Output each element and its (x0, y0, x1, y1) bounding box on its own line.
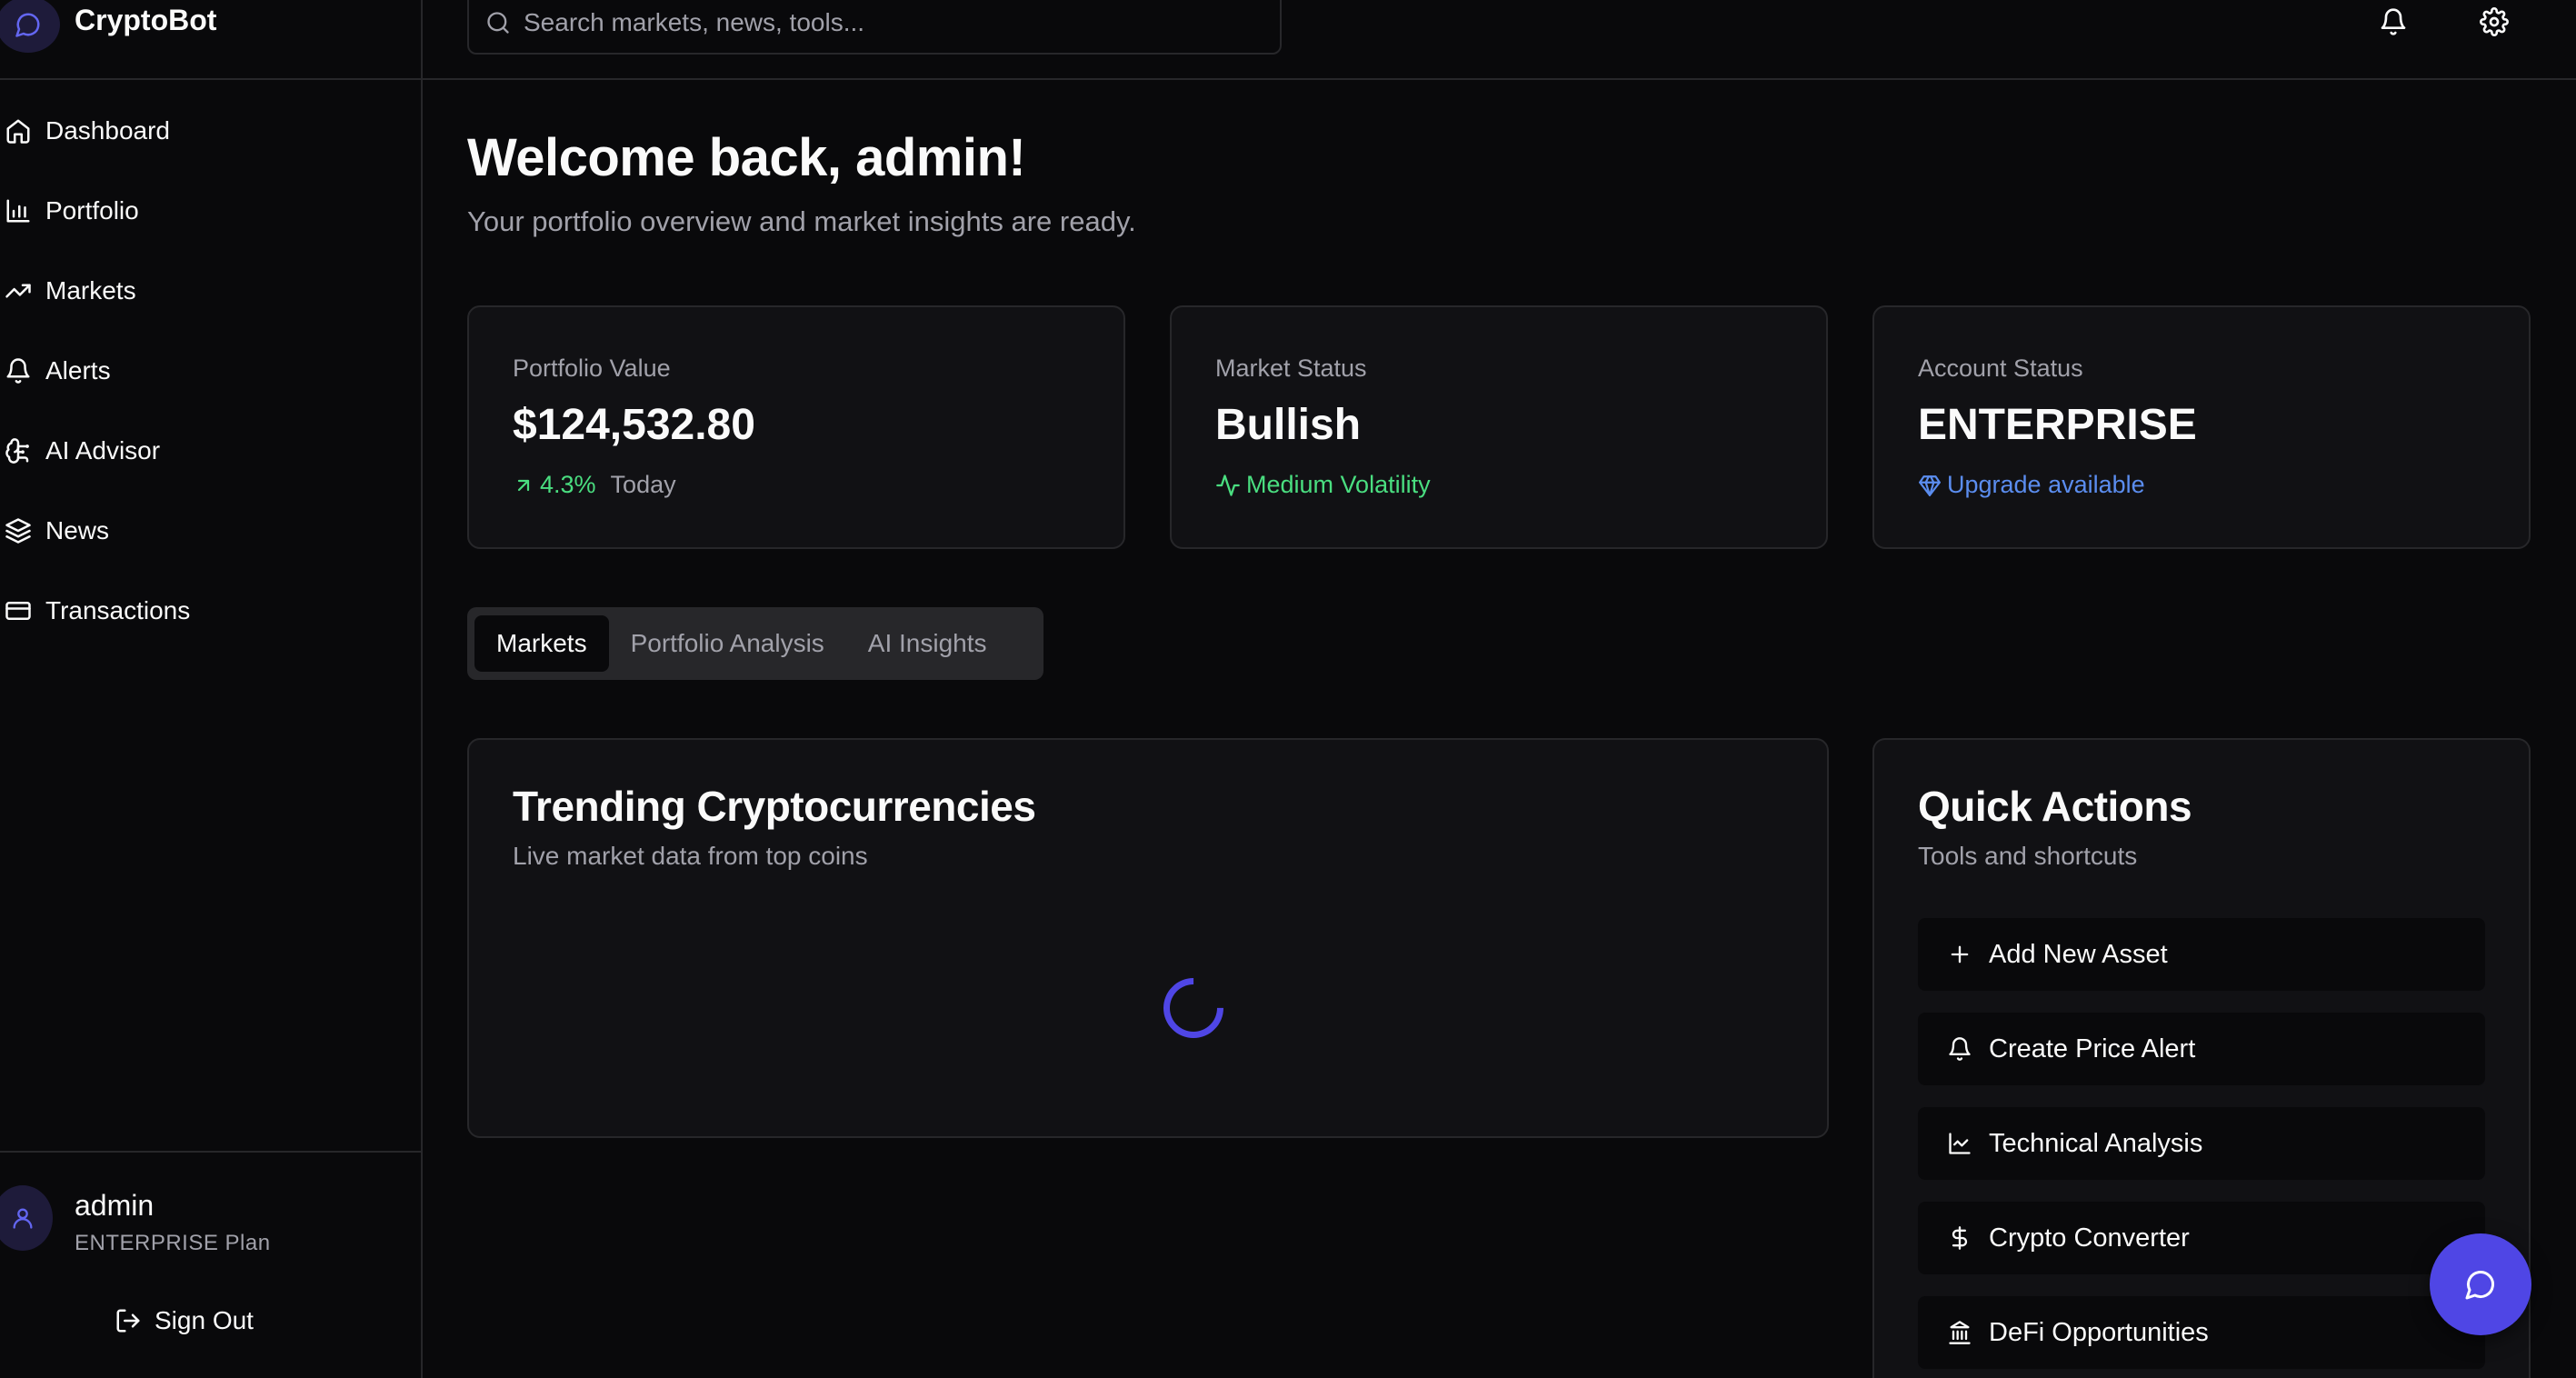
sidebar-item-label: AI Advisor (45, 436, 161, 464)
tab-markets[interactable]: Markets (474, 615, 609, 672)
page-subtitle: Your portfolio overview and market insig… (467, 205, 1136, 237)
sidebar-item-dashboard[interactable]: Dashboard (0, 91, 421, 171)
market-status-value: Bullish (1215, 401, 1362, 449)
sidebar-item-label: Markets (45, 276, 136, 305)
message-circle-icon (2464, 1268, 2497, 1301)
sidebar-item-news[interactable]: News (0, 491, 421, 571)
sidebar-item-portfolio[interactable]: Portfolio (0, 171, 421, 251)
main-content: Welcome back, admin! Your portfolio over… (423, 82, 2576, 1378)
log-out-icon (115, 1307, 142, 1334)
message-circle-icon (0, 0, 60, 53)
user-icon (13, 1208, 33, 1229)
sidebar: CryptoBot Dashboard Portfolio Markets Al… (0, 0, 423, 1378)
plus-icon (1947, 942, 1972, 967)
portfolio-value-card: Portfolio Value $124,532.80 4.3% Today (467, 305, 1125, 549)
search-icon (485, 10, 511, 35)
crypto-converter-button[interactable]: Crypto Converter (1918, 1202, 2485, 1274)
bell-icon (1947, 1036, 1972, 1062)
market-status-card: Market Status Bullish Medium Volatility (1170, 305, 1828, 549)
search-input[interactable] (524, 8, 1251, 37)
gem-icon (1918, 474, 1942, 497)
quick-action-label: Add New Asset (1989, 939, 2168, 969)
page-title: Welcome back, admin! (467, 128, 1026, 187)
credit-card-icon (2, 594, 35, 627)
defi-opportunities-button[interactable]: DeFi Opportunities (1918, 1296, 2485, 1369)
avatar[interactable] (0, 1185, 53, 1251)
brand-name: CryptoBot (75, 4, 217, 36)
sidebar-item-label: Portfolio (45, 196, 139, 225)
settings-button[interactable] (2474, 2, 2514, 42)
brand[interactable]: CryptoBot (0, 0, 421, 80)
bank-icon (1947, 1320, 1972, 1345)
account-status-card: Account Status ENTERPRISE Upgrade availa… (1872, 305, 2531, 549)
line-chart-icon (1947, 1131, 1972, 1156)
trending-up-icon (2, 275, 35, 307)
search-box[interactable] (467, 0, 1282, 55)
sign-out-label: Sign Out (155, 1306, 254, 1334)
quick-actions-list: Add New Asset Create Price Alert Technic… (1918, 918, 2485, 1378)
user-name: admin (75, 1189, 155, 1222)
home-icon (2, 115, 35, 147)
bell-icon (2, 354, 35, 387)
sidebar-item-transactions[interactable]: Transactions (0, 571, 421, 651)
bell-icon (2379, 7, 2408, 36)
quick-action-label: Crypto Converter (1989, 1223, 2190, 1253)
arrow-up-right-icon (513, 474, 534, 496)
upgrade-link[interactable]: Upgrade available (1918, 471, 2145, 499)
sidebar-item-label: Transactions (45, 596, 191, 624)
topbar (423, 0, 2576, 80)
sidebar-item-alerts[interactable]: Alerts (0, 331, 421, 411)
sign-out-button[interactable]: Sign Out (115, 1298, 254, 1343)
technical-analysis-button[interactable]: Technical Analysis (1918, 1107, 2485, 1180)
app-root: CryptoBot Dashboard Portfolio Markets Al… (0, 0, 2576, 1378)
quick-actions-title: Quick Actions (1918, 783, 2192, 830)
market-volatility: Medium Volatility (1215, 471, 1431, 499)
brain-icon (2, 434, 35, 467)
layers-icon (2, 514, 35, 547)
quick-actions-subtitle: Tools and shortcuts (1918, 842, 2138, 870)
sidebar-nav: Dashboard Portfolio Markets Alerts AI Ad… (0, 91, 421, 651)
trending-title: Trending Cryptocurrencies (513, 783, 1036, 830)
trending-subtitle: Live market data from top coins (513, 842, 868, 870)
portfolio-value: $124,532.80 (513, 401, 755, 449)
quick-action-label: DeFi Opportunities (1989, 1317, 2209, 1347)
loading-spinner (1151, 965, 1236, 1051)
tab-bar: Markets Portfolio Analysis AI Insights (467, 607, 1043, 680)
create-price-alert-button[interactable]: Create Price Alert (1918, 1013, 2485, 1085)
change-period: Today (610, 471, 676, 498)
trending-panel: Trending Cryptocurrencies Live market da… (467, 738, 1829, 1138)
portfolio-change: 4.3% Today (513, 471, 676, 499)
stat-label: Account Status (1918, 354, 2083, 382)
volatility-label: Medium Volatility (1246, 471, 1431, 498)
stat-label: Portfolio Value (513, 354, 671, 382)
add-new-asset-button[interactable]: Add New Asset (1918, 918, 2485, 991)
account-status-value: ENTERPRISE (1918, 401, 2197, 449)
user-plan: ENTERPRISE Plan (75, 1231, 271, 1255)
sidebar-item-markets[interactable]: Markets (0, 251, 421, 331)
sidebar-item-label: Alerts (45, 356, 111, 384)
quick-action-label: Technical Analysis (1989, 1128, 2203, 1158)
activity-icon (1215, 473, 1241, 498)
notifications-button[interactable] (2373, 2, 2413, 42)
sidebar-item-ai-advisor[interactable]: AI Advisor (0, 411, 421, 491)
bar-chart-icon (2, 195, 35, 227)
change-percent: 4.3% (540, 471, 596, 498)
upgrade-label: Upgrade available (1947, 471, 2145, 498)
tab-ai-insights[interactable]: AI Insights (846, 615, 1009, 672)
stat-label: Market Status (1215, 354, 1367, 382)
quick-action-label: Create Price Alert (1989, 1034, 2196, 1063)
chat-button[interactable] (2430, 1233, 2531, 1335)
sidebar-item-label: News (45, 516, 110, 544)
user-area: admin ENTERPRISE Plan Sign Out (0, 1151, 421, 1378)
gear-icon (2480, 7, 2509, 36)
sidebar-item-label: Dashboard (45, 116, 170, 145)
dollar-icon (1947, 1225, 1972, 1251)
tab-portfolio-analysis[interactable]: Portfolio Analysis (609, 615, 846, 672)
